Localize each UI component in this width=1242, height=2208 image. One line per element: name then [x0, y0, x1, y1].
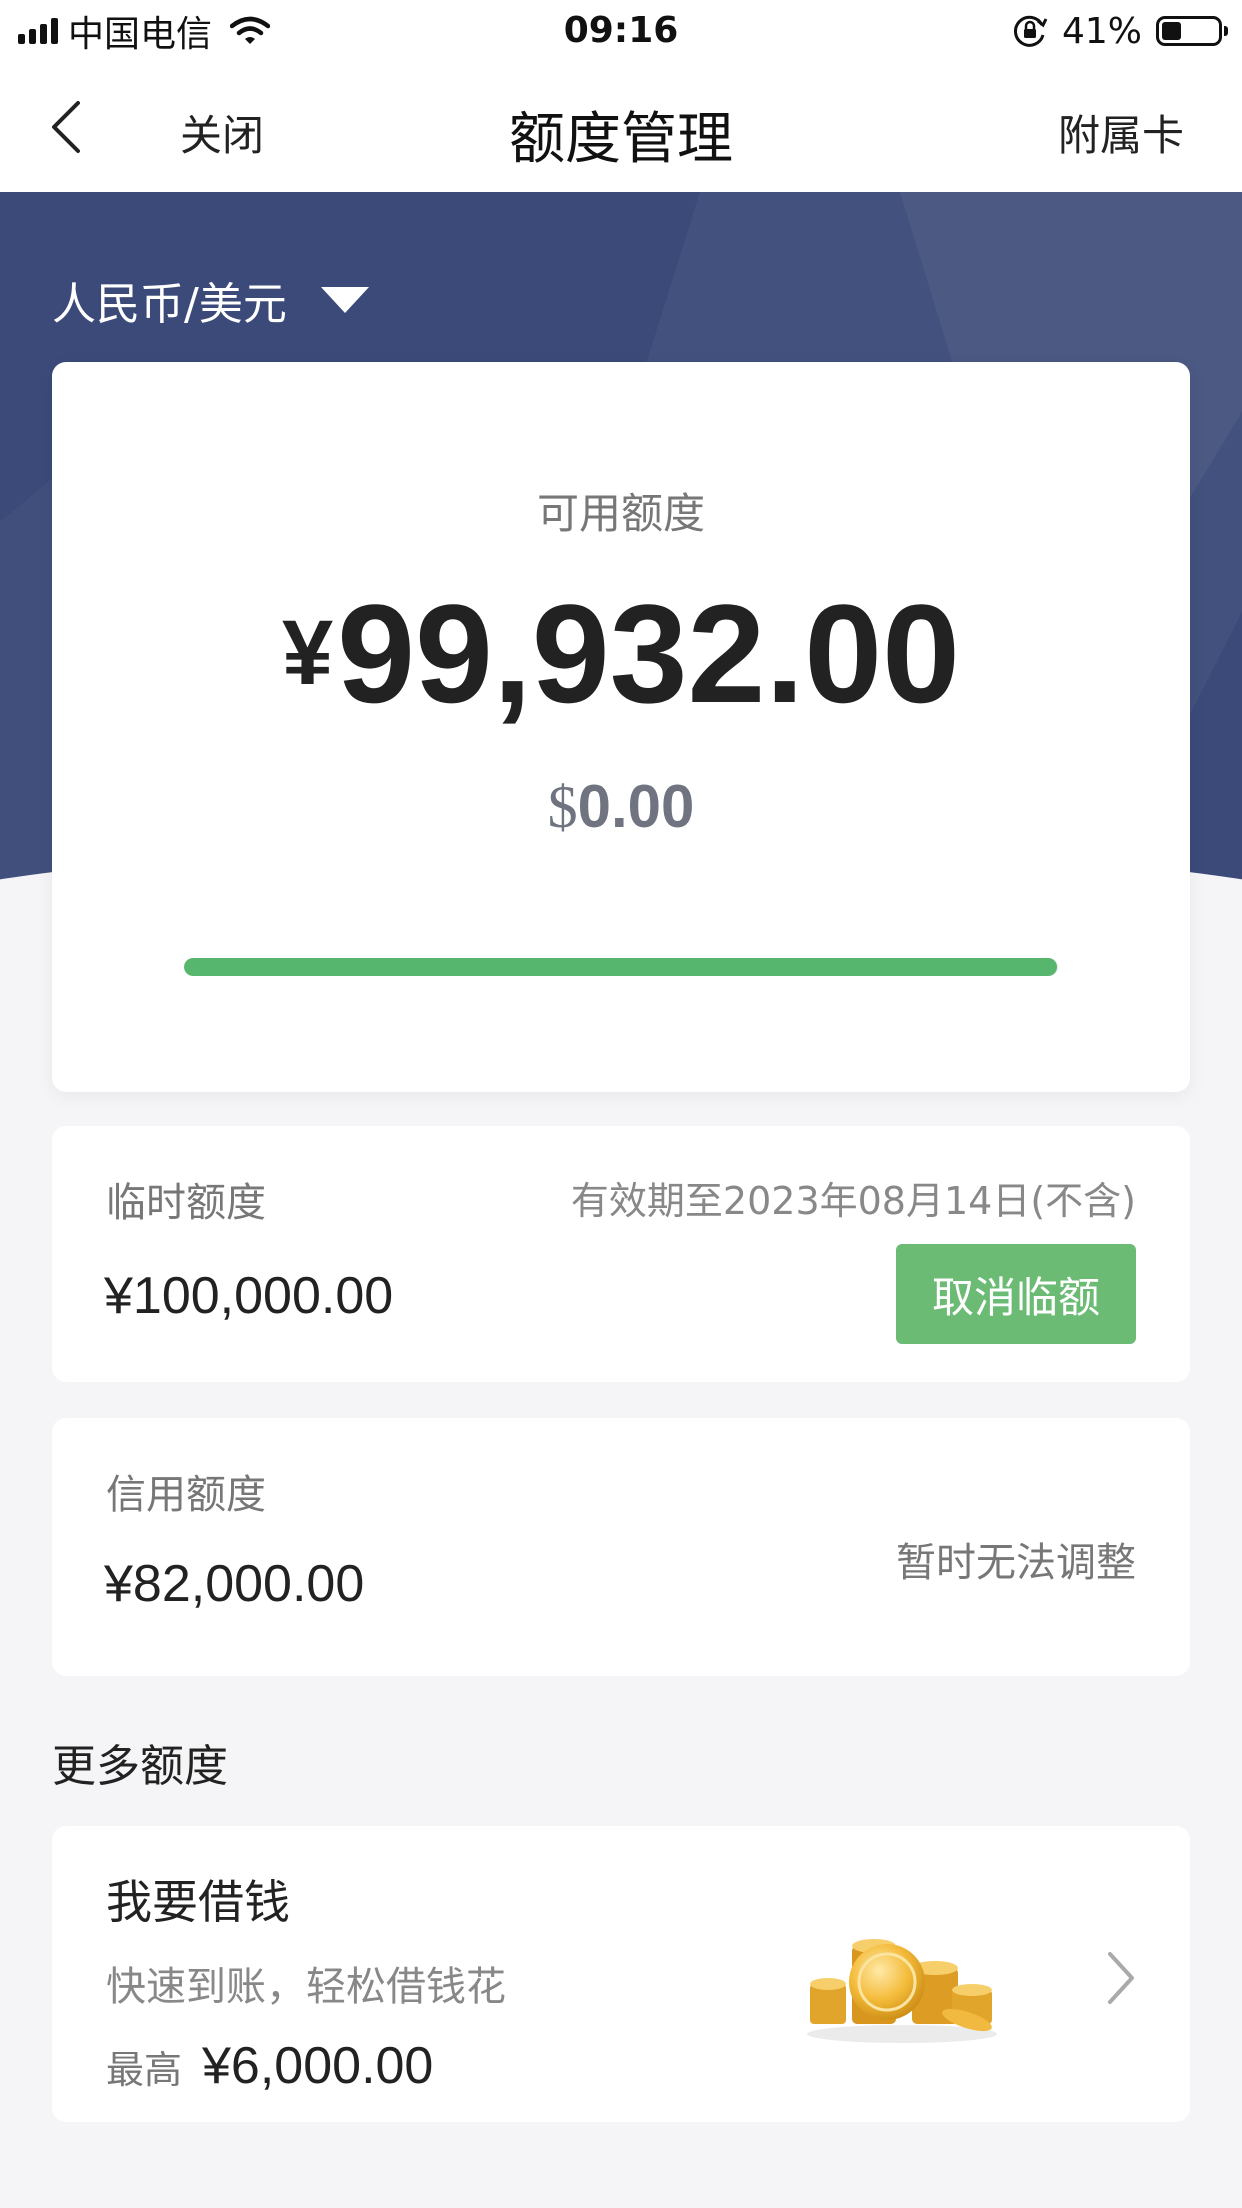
supplementary-card-button[interactable]: 附属卡: [1058, 102, 1184, 163]
temp-limit-validity: 有效期至2023年08月14日(不含): [570, 1179, 1136, 1223]
available-cny-amount: ¥99,932.00: [52, 584, 1190, 724]
temp-limit-amount: ¥100,000.00: [104, 1267, 394, 1325]
cny-symbol: ¥: [282, 602, 334, 704]
battery-icon: [1156, 16, 1228, 46]
battery-fill: [1162, 22, 1181, 40]
chevron-right-icon: [1108, 1952, 1134, 2004]
currency-selector[interactable]: 人民币/美元: [52, 268, 369, 332]
gold-coins-icon: [807, 1939, 997, 2043]
credit-limit-card: 信用额度 ¥82,000.00 暂时无法调整: [52, 1418, 1190, 1676]
usd-value: 0.00: [577, 773, 695, 840]
loan-subtitle: 快速到账，轻松借钱花: [106, 1964, 506, 2010]
credit-limit-status: 暂时无法调整: [896, 1540, 1136, 1586]
status-right: 41%: [1012, 10, 1228, 52]
credit-limit-label: 信用额度: [106, 1472, 266, 1518]
close-button[interactable]: 关闭: [180, 102, 264, 163]
status-bar: 中国电信 09:16 41%: [0, 0, 1242, 62]
usage-progress-fill: [184, 958, 1058, 976]
usd-symbol: $: [547, 774, 578, 840]
cny-value: 99,932.00: [337, 575, 960, 732]
loan-card[interactable]: 我要借钱 快速到账，轻松借钱花 最高 ¥6,000.00: [52, 1826, 1190, 2122]
triangle-down-icon: [320, 287, 369, 313]
nav-bar: 关闭 额度管理 附属卡: [0, 62, 1242, 192]
usage-progress-bar: [184, 958, 1058, 976]
temporary-limit-card: 临时额度 有效期至2023年08月14日(不含) ¥100,000.00 取消临…: [52, 1126, 1190, 1382]
cancel-temp-limit-button[interactable]: 取消临额: [896, 1244, 1136, 1344]
currency-label: 人民币/美元: [52, 279, 287, 330]
available-label: 可用额度: [536, 489, 705, 538]
loan-max-amount: ¥6,000.00: [202, 2037, 434, 2095]
loan-max-row: 最高 ¥6,000.00: [106, 2036, 433, 2096]
loan-max-label: 最高: [106, 2048, 183, 2092]
chevron-left-icon: [52, 101, 80, 153]
back-button[interactable]: [48, 92, 118, 162]
battery-percent: 41%: [1061, 10, 1142, 52]
available-credit-card: 可用额度 ¥99,932.00 $0.00: [52, 362, 1190, 1092]
rotation-lock-icon: [1013, 15, 1048, 47]
loan-title: 我要借钱: [106, 1875, 290, 1929]
credit-limit-amount: ¥82,000.00: [104, 1555, 365, 1613]
more-limits-heading: 更多额度: [52, 1741, 228, 1792]
available-usd-amount: $0.00: [52, 772, 1190, 842]
temp-limit-label: 临时额度: [106, 1180, 266, 1226]
